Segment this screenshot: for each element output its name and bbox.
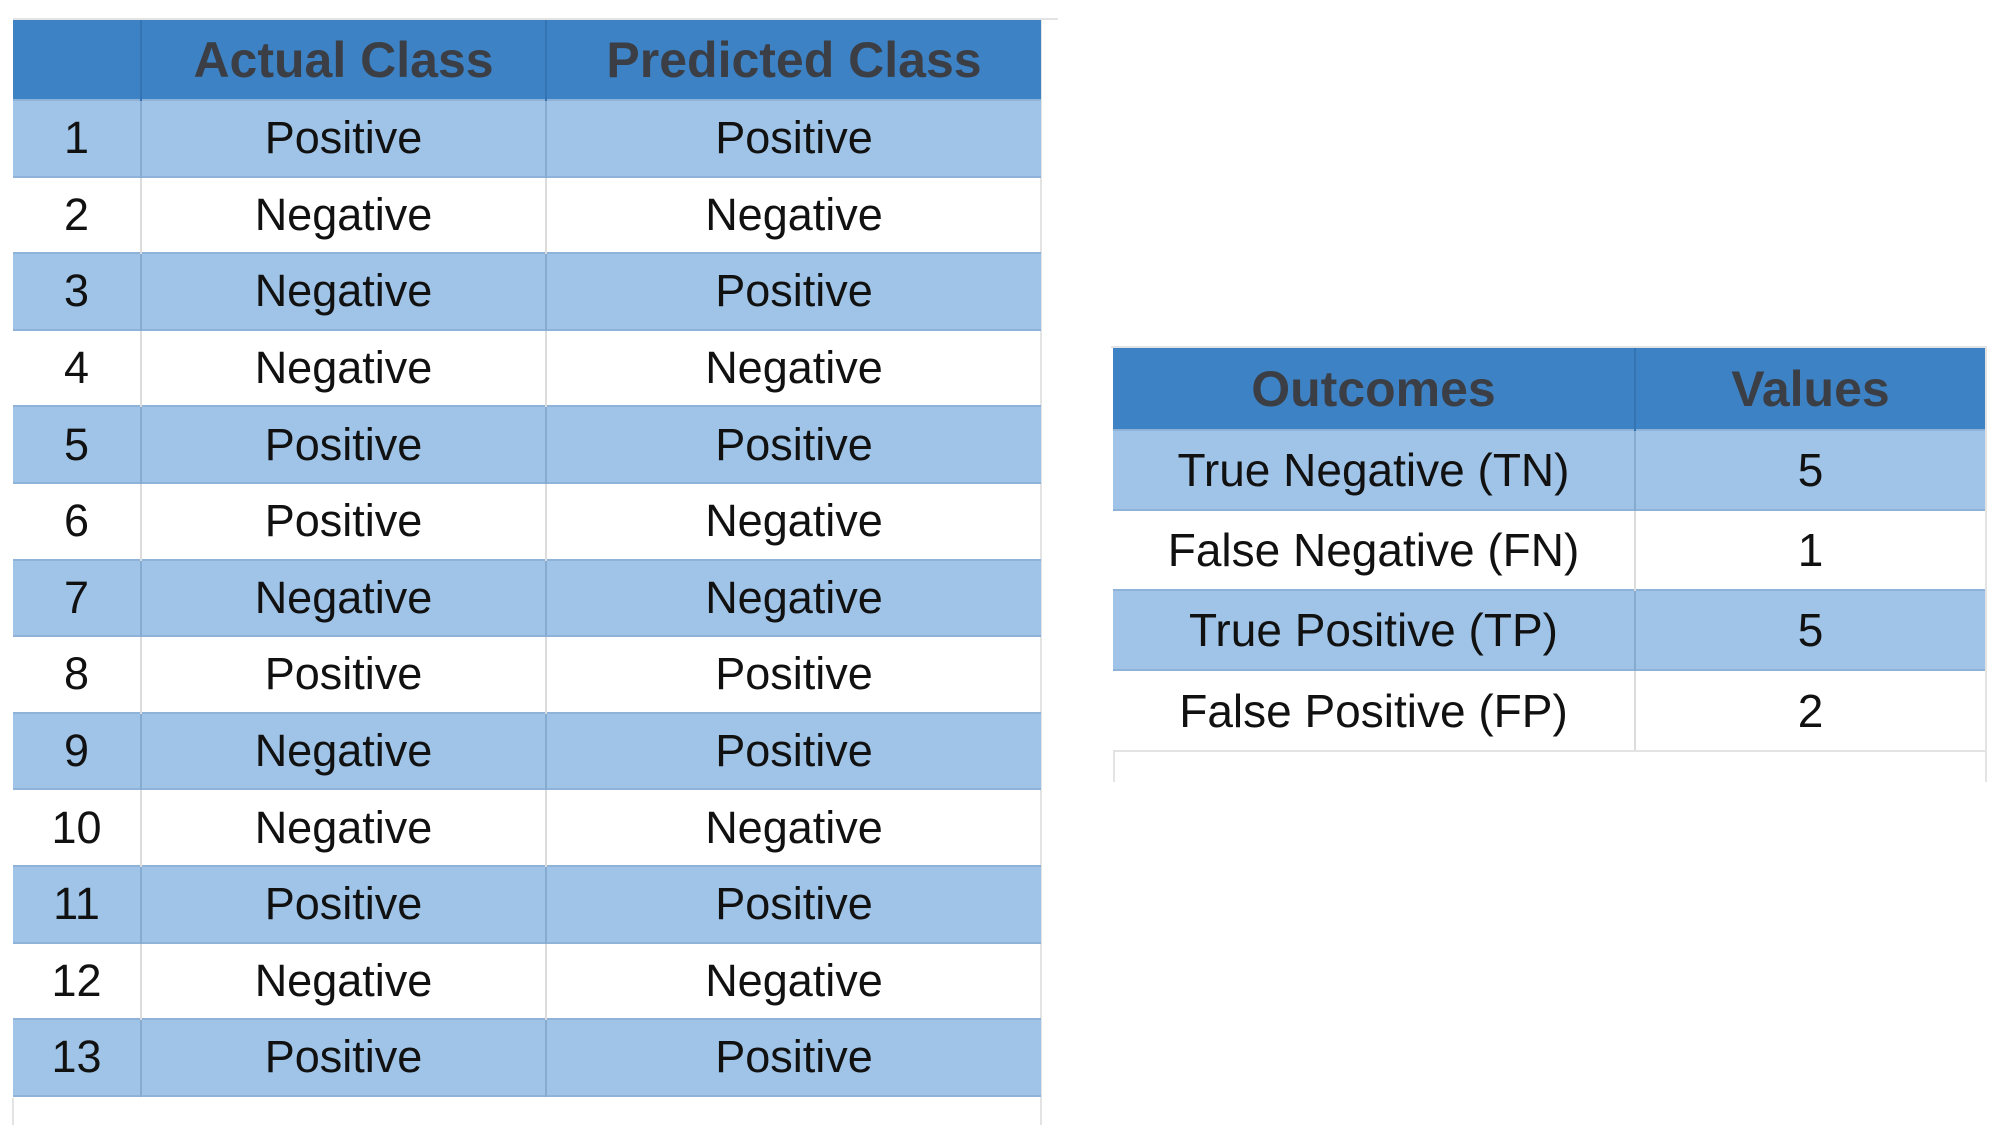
predicted-class-cell[interactable]: Positive: [546, 406, 1041, 483]
gridline: [12, 1098, 14, 1125]
table-row: 5 Positive Positive: [13, 406, 1041, 483]
predicted-class-cell[interactable]: Positive: [546, 865, 1041, 943]
actual-class-cell[interactable]: Positive: [141, 865, 547, 943]
actual-class-cell[interactable]: Positive: [141, 636, 547, 713]
row-index-cell[interactable]: 9: [13, 712, 142, 790]
outcome-label-cell[interactable]: True Negative (TN): [1113, 430, 1636, 510]
predicted-class-cell[interactable]: Positive: [546, 253, 1041, 330]
actual-class-cell[interactable]: Negative: [141, 329, 547, 407]
table-row: 10 Negative Negative: [13, 789, 1041, 866]
actual-class-cell[interactable]: Negative: [141, 176, 547, 254]
row-index-cell[interactable]: 8: [13, 636, 142, 713]
predicted-class-cell[interactable]: Positive: [546, 1019, 1041, 1096]
index-column-header[interactable]: [13, 20, 142, 100]
table-row: 11 Positive Positive: [13, 865, 1041, 943]
actual-class-cell[interactable]: Negative: [141, 789, 547, 866]
table-row: False Positive (FP) 2: [1113, 670, 1985, 750]
row-index-cell[interactable]: 13: [13, 1019, 142, 1096]
predicted-class-cell[interactable]: Negative: [546, 483, 1041, 560]
table-row: 3 Negative Positive: [13, 253, 1041, 330]
table-row: False Negative (FN) 1: [1113, 510, 1985, 590]
table-row: 8 Positive Positive: [13, 636, 1041, 713]
table-row: 1 Positive Positive: [13, 100, 1041, 177]
predicted-class-cell[interactable]: Positive: [546, 636, 1041, 713]
predicted-class-cell[interactable]: Positive: [546, 100, 1041, 177]
outcome-value-cell[interactable]: 1: [1635, 510, 1985, 590]
table-row: True Negative (TN) 5: [1113, 430, 1985, 510]
predicted-class-cell[interactable]: Positive: [546, 712, 1041, 790]
actual-class-cell[interactable]: Positive: [141, 1019, 547, 1096]
class-comparison-table: Actual Class Predicted Class 1 Positive …: [13, 20, 1041, 1097]
predicted-class-cell[interactable]: Negative: [546, 789, 1041, 866]
table-row: 12 Negative Negative: [13, 942, 1041, 1020]
table-row: 9 Negative Positive: [13, 712, 1041, 790]
row-index-cell[interactable]: 1: [13, 100, 142, 177]
actual-class-cell[interactable]: Positive: [141, 100, 547, 177]
actual-class-cell[interactable]: Negative: [141, 253, 547, 330]
gridline: [1985, 346, 1987, 782]
row-index-cell[interactable]: 7: [13, 559, 142, 637]
outcomes-column-header[interactable]: Outcomes: [1113, 348, 1636, 430]
table-row: 7 Negative Negative: [13, 559, 1041, 637]
actual-class-cell[interactable]: Positive: [141, 482, 547, 560]
predicted-class-column-header[interactable]: Predicted Class: [546, 20, 1041, 100]
predicted-class-cell[interactable]: Negative: [546, 943, 1041, 1020]
actual-class-cell[interactable]: Negative: [141, 942, 547, 1020]
row-index-cell[interactable]: 10: [13, 789, 142, 866]
actual-class-cell[interactable]: Negative: [141, 712, 547, 790]
outcome-label-cell[interactable]: True Positive (TP): [1113, 590, 1636, 670]
row-index-cell[interactable]: 2: [13, 176, 142, 254]
row-index-cell[interactable]: 11: [13, 865, 142, 943]
outcome-label-cell[interactable]: False Negative (FN): [1113, 510, 1636, 590]
predicted-class-cell[interactable]: Negative: [546, 559, 1041, 637]
outcome-value-cell[interactable]: 5: [1635, 430, 1985, 510]
table-row: True Positive (TP) 5: [1113, 590, 1985, 670]
table-row: 13 Positive Positive: [13, 1019, 1041, 1096]
predicted-class-cell[interactable]: Negative: [546, 177, 1041, 254]
values-column-header[interactable]: Values: [1635, 348, 1985, 430]
predicted-class-cell[interactable]: Negative: [546, 330, 1041, 407]
actual-class-column-header[interactable]: Actual Class: [141, 20, 547, 100]
row-index-cell[interactable]: 4: [13, 329, 142, 407]
gridline: [1113, 750, 1115, 782]
outcomes-summary-table: Outcomes Values True Negative (TN) 5 Fal…: [1113, 348, 1985, 750]
outcome-value-cell[interactable]: 2: [1635, 670, 1985, 750]
row-index-cell[interactable]: 12: [13, 942, 142, 1020]
table-row: 2 Negative Negative: [13, 176, 1041, 254]
gridline: [1113, 750, 1986, 752]
row-index-cell[interactable]: 6: [13, 482, 142, 560]
actual-class-cell[interactable]: Negative: [141, 559, 547, 637]
table-header-row: Outcomes Values: [1113, 348, 1985, 430]
table-header-row: Actual Class Predicted Class: [13, 20, 1041, 100]
outcome-value-cell[interactable]: 5: [1635, 590, 1985, 670]
table-row: 6 Positive Negative: [13, 482, 1041, 560]
row-index-cell[interactable]: 3: [13, 253, 142, 330]
actual-class-cell[interactable]: Positive: [141, 406, 547, 483]
outcome-label-cell[interactable]: False Positive (FP): [1113, 670, 1636, 750]
row-index-cell[interactable]: 5: [13, 406, 142, 483]
table-row: 4 Negative Negative: [13, 329, 1041, 407]
